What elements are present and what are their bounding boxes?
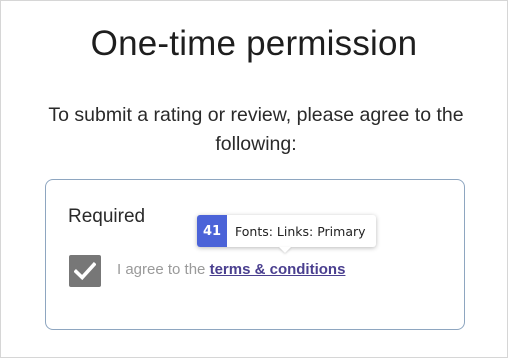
agree-prefix: I agree to the [117, 261, 210, 278]
tooltip-label: Fonts: Links: Primary [235, 223, 366, 239]
agree-checkbox[interactable] [69, 255, 101, 287]
permission-dialog: One-time permission To submit a rating o… [0, 0, 508, 358]
annotation-tooltip: 41 Fonts: Links: Primary [197, 215, 376, 253]
dialog-subtitle: To submit a rating or review, please agr… [48, 104, 464, 155]
required-card: Required I agree to the terms & conditio… [45, 179, 465, 330]
tooltip-badge: 41 [197, 215, 227, 247]
required-heading: Required [68, 206, 146, 227]
agree-text: I agree to the terms & conditions [117, 261, 345, 278]
checkmark-icon [74, 262, 96, 280]
terms-link[interactable]: terms & conditions [210, 261, 346, 278]
tooltip-arrow [279, 247, 291, 253]
dialog-title: One-time permission [90, 24, 418, 63]
